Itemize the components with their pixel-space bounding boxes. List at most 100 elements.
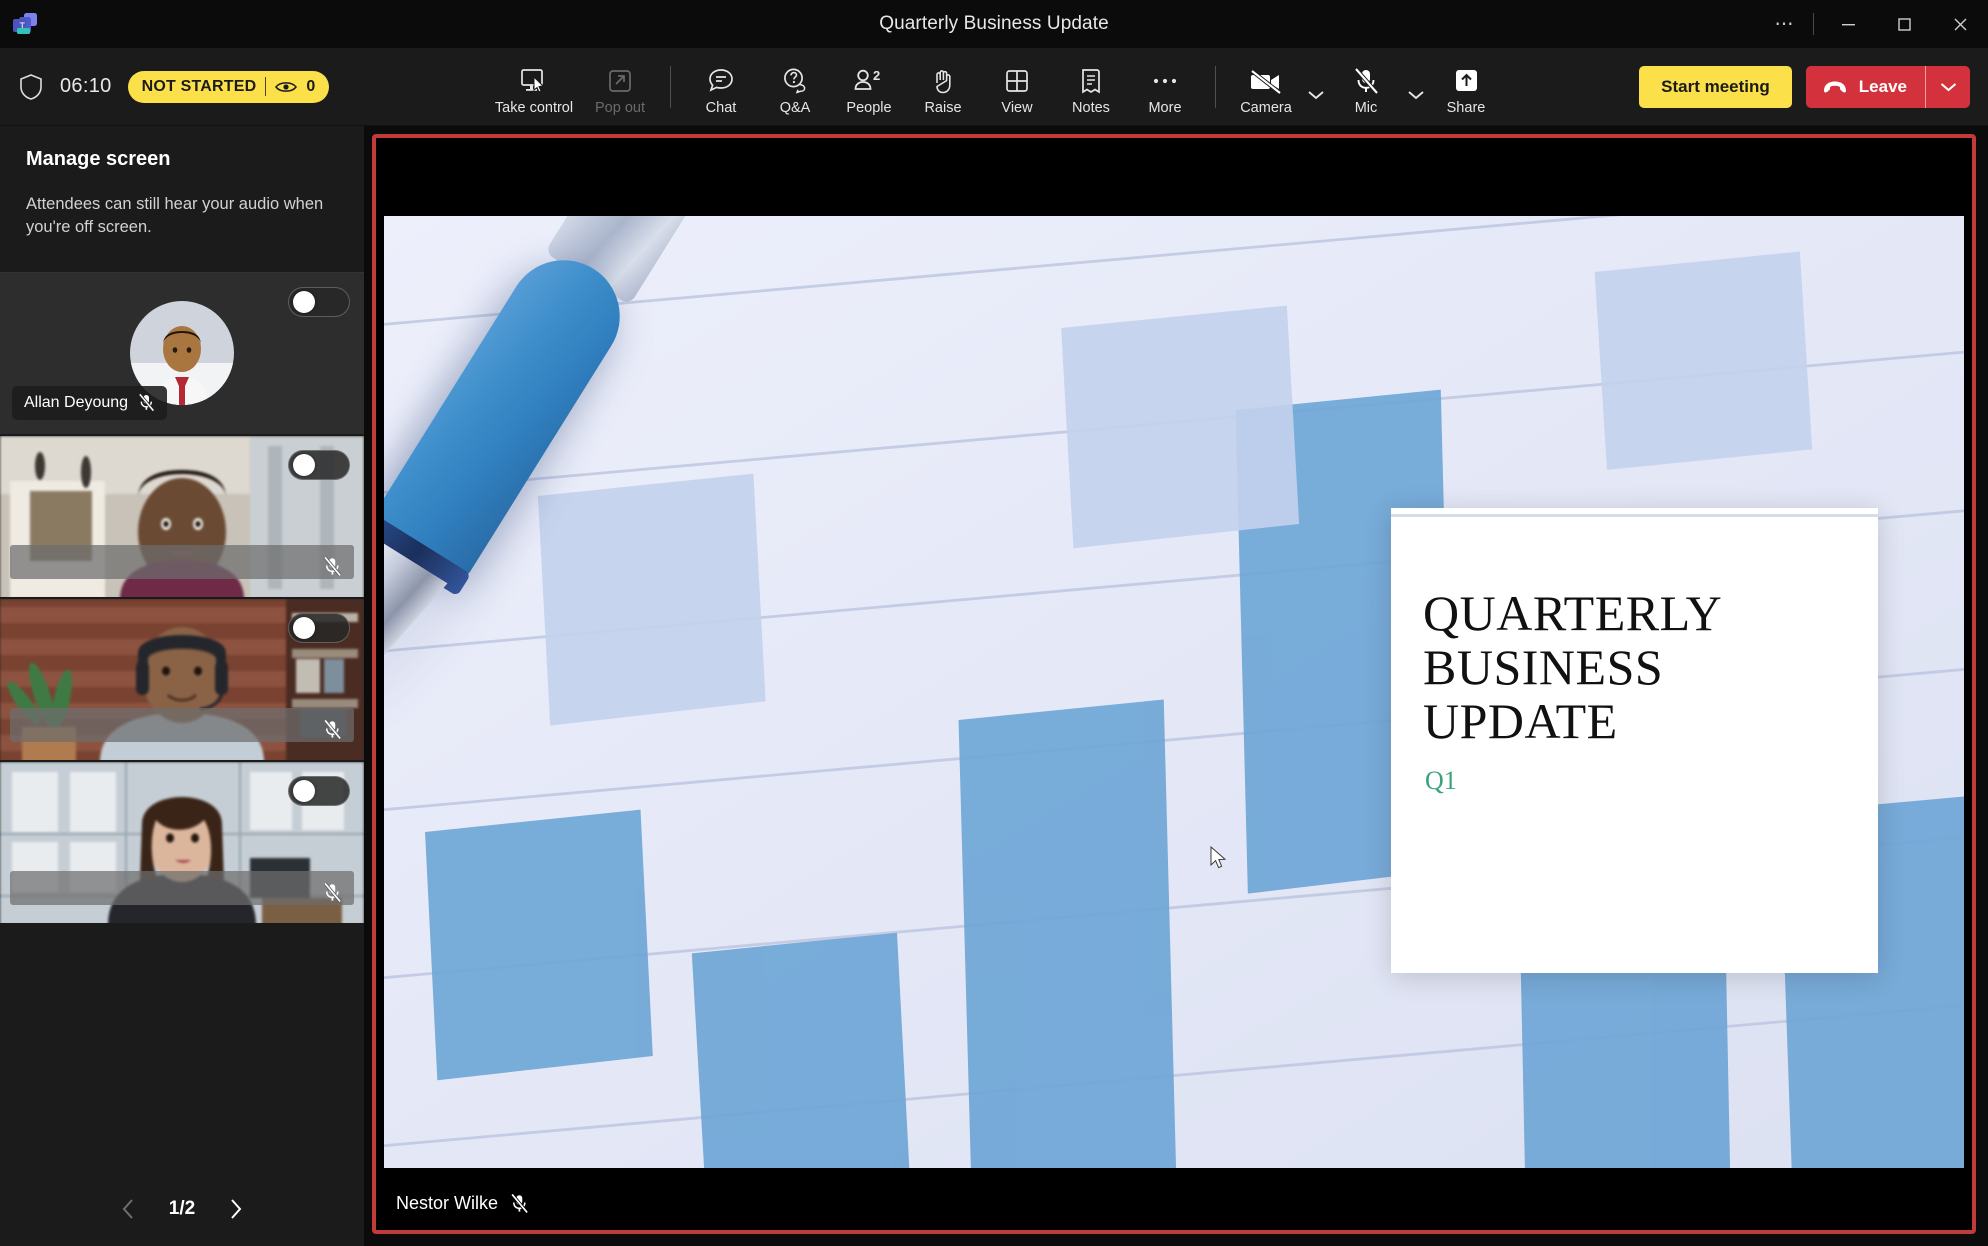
participant-name-redacted — [10, 544, 354, 579]
share-label: Share — [1446, 99, 1486, 116]
shared-screen-content: QUARTERLY BUSINESS UPDATE Q1 Nestor Wilk… — [376, 138, 1972, 1230]
mic-options-chevron-down-icon[interactable] — [1403, 56, 1429, 126]
start-meeting-button[interactable]: Start meeting — [1639, 65, 1792, 108]
qa-button[interactable]: Q&A — [758, 56, 832, 126]
presenter-name-badge: Nestor Wilke — [396, 1193, 529, 1214]
maximize-icon[interactable] — [1876, 0, 1932, 48]
participant-name-redacted — [10, 870, 354, 905]
chevron-left-icon[interactable] — [113, 1194, 143, 1224]
camera-options-chevron-down-icon[interactable] — [1303, 56, 1329, 126]
view-button[interactable]: View — [980, 56, 1054, 126]
stage-area: QUARTERLY BUSINESS UPDATE Q1 Nestor Wilk… — [364, 126, 1988, 1246]
participant-tile-list: Allan Deyoung — [0, 272, 364, 1172]
badge-divider — [265, 77, 267, 96]
chevron-right-icon[interactable] — [221, 1194, 251, 1224]
grid-view-icon — [1004, 66, 1030, 96]
overflow-menu-icon[interactable]: ⋯ — [1763, 0, 1807, 48]
viewers-count: 0 — [306, 77, 316, 95]
screen-cursor-icon — [519, 66, 549, 96]
take-control-label: Take control — [494, 99, 574, 116]
mic-muted-icon — [323, 882, 342, 903]
minimize-icon[interactable] — [1820, 0, 1876, 48]
tile-visibility-toggle[interactable] — [288, 286, 350, 317]
raise-hand-icon — [930, 66, 956, 96]
more-dots-icon — [1151, 66, 1179, 96]
slide-accent-line — [1391, 514, 1878, 517]
tile-visibility-toggle[interactable] — [288, 612, 350, 643]
window-controls: ⋯ — [1763, 0, 1988, 48]
leave-options-chevron-down-icon[interactable] — [1926, 65, 1970, 108]
window-title: Quarterly Business Update — [879, 13, 1109, 34]
people-button[interactable]: 2 People — [832, 56, 906, 126]
raise-label: Raise — [924, 99, 962, 116]
meeting-toolbar: 06:10 NOT STARTED 0 Take control Pop out… — [0, 48, 1988, 126]
toolbar-divider-1 — [670, 65, 671, 108]
leave-button[interactable]: Leave — [1805, 65, 1925, 108]
notes-button[interactable]: Notes — [1054, 56, 1128, 126]
mic-off-icon — [1353, 66, 1379, 96]
mic-label: Mic — [1354, 99, 1378, 116]
participant-tile[interactable]: Allan Deyoung — [0, 272, 364, 436]
take-control-button[interactable]: Take control — [485, 56, 583, 126]
mouse-cursor-icon — [1210, 846, 1227, 870]
qa-icon — [781, 66, 810, 96]
app-body: Manage screen Attendees can still hear y… — [0, 126, 1988, 1246]
participant-tile[interactable] — [0, 598, 364, 762]
pop-out-icon — [607, 66, 633, 96]
slide-title: QUARTERLY BUSINESS UPDATE — [1423, 586, 1856, 748]
tile-visibility-toggle[interactable] — [288, 449, 350, 480]
eye-icon — [275, 80, 298, 94]
toolbar-right-group: Start meeting Leave — [1639, 65, 1970, 108]
participant-tile[interactable] — [0, 435, 364, 599]
mic-button[interactable]: Mic — [1329, 56, 1403, 126]
mic-muted-icon — [510, 1193, 529, 1214]
participant-tile[interactable] — [0, 761, 364, 925]
leave-button-group: Leave — [1805, 65, 1970, 108]
hangup-icon — [1822, 80, 1848, 94]
slide-title-line1: QUARTERLY — [1423, 585, 1723, 641]
meeting-timer: 06:10 — [60, 75, 112, 97]
slide-title-line3: UPDATE — [1423, 693, 1618, 749]
status-badge[interactable]: NOT STARTED 0 — [127, 70, 330, 103]
toolbar-left-group: 06:10 NOT STARTED 0 — [0, 70, 330, 103]
mic-muted-icon — [323, 719, 342, 740]
raise-hand-button[interactable]: Raise — [906, 56, 980, 126]
shared-screen-frame[interactable]: QUARTERLY BUSINESS UPDATE Q1 Nestor Wilk… — [372, 134, 1976, 1234]
toggle-knob — [293, 779, 315, 802]
notes-icon — [1079, 66, 1103, 96]
page-indicator: 1/2 — [168, 1198, 196, 1219]
presenter-name: Nestor Wilke — [396, 1193, 499, 1213]
close-icon[interactable] — [1932, 0, 1988, 48]
toolbar-divider-2 — [1215, 65, 1216, 108]
pop-out-label: Pop out — [595, 99, 645, 116]
mic-muted-icon — [323, 556, 342, 577]
chat-button[interactable]: Chat — [684, 56, 758, 126]
leave-label: Leave — [1858, 76, 1907, 96]
mic-muted-icon — [138, 393, 155, 412]
toolbar-actions: Take control Pop out Chat Q&A 2 People R… — [485, 48, 1503, 126]
pop-out-button[interactable]: Pop out — [583, 56, 657, 126]
people-icon: 2 — [852, 66, 886, 96]
titlebar-divider — [1813, 13, 1814, 35]
panel-description: Attendees can still hear your audio when… — [26, 195, 324, 237]
page-title: Manage screen — [26, 148, 171, 170]
tile-visibility-toggle[interactable] — [288, 775, 350, 806]
share-button[interactable]: Share — [1429, 56, 1503, 126]
more-button[interactable]: More — [1128, 56, 1202, 126]
notes-label: Notes — [1072, 99, 1110, 116]
people-label: People — [846, 99, 892, 116]
panel-header: Manage screen Attendees can still hear y… — [0, 126, 364, 250]
participant-name-badge: Allan Deyoung — [12, 385, 168, 420]
shared-image: QUARTERLY BUSINESS UPDATE Q1 — [384, 216, 1964, 1168]
status-badge-text: NOT STARTED — [141, 77, 257, 95]
participant-name: Allan Deyoung — [24, 393, 129, 411]
camera-label: Camera — [1240, 99, 1292, 116]
shield-icon[interactable] — [18, 73, 44, 101]
tile-pagination: 1/2 — [0, 1172, 364, 1246]
share-screen-icon — [1453, 66, 1480, 96]
camera-button[interactable]: Camera — [1229, 56, 1303, 126]
participant-name-redacted — [10, 707, 354, 742]
presentation-slide: QUARTERLY BUSINESS UPDATE Q1 — [1391, 508, 1878, 973]
svg-text:2: 2 — [873, 68, 880, 83]
qa-label: Q&A — [779, 99, 811, 116]
